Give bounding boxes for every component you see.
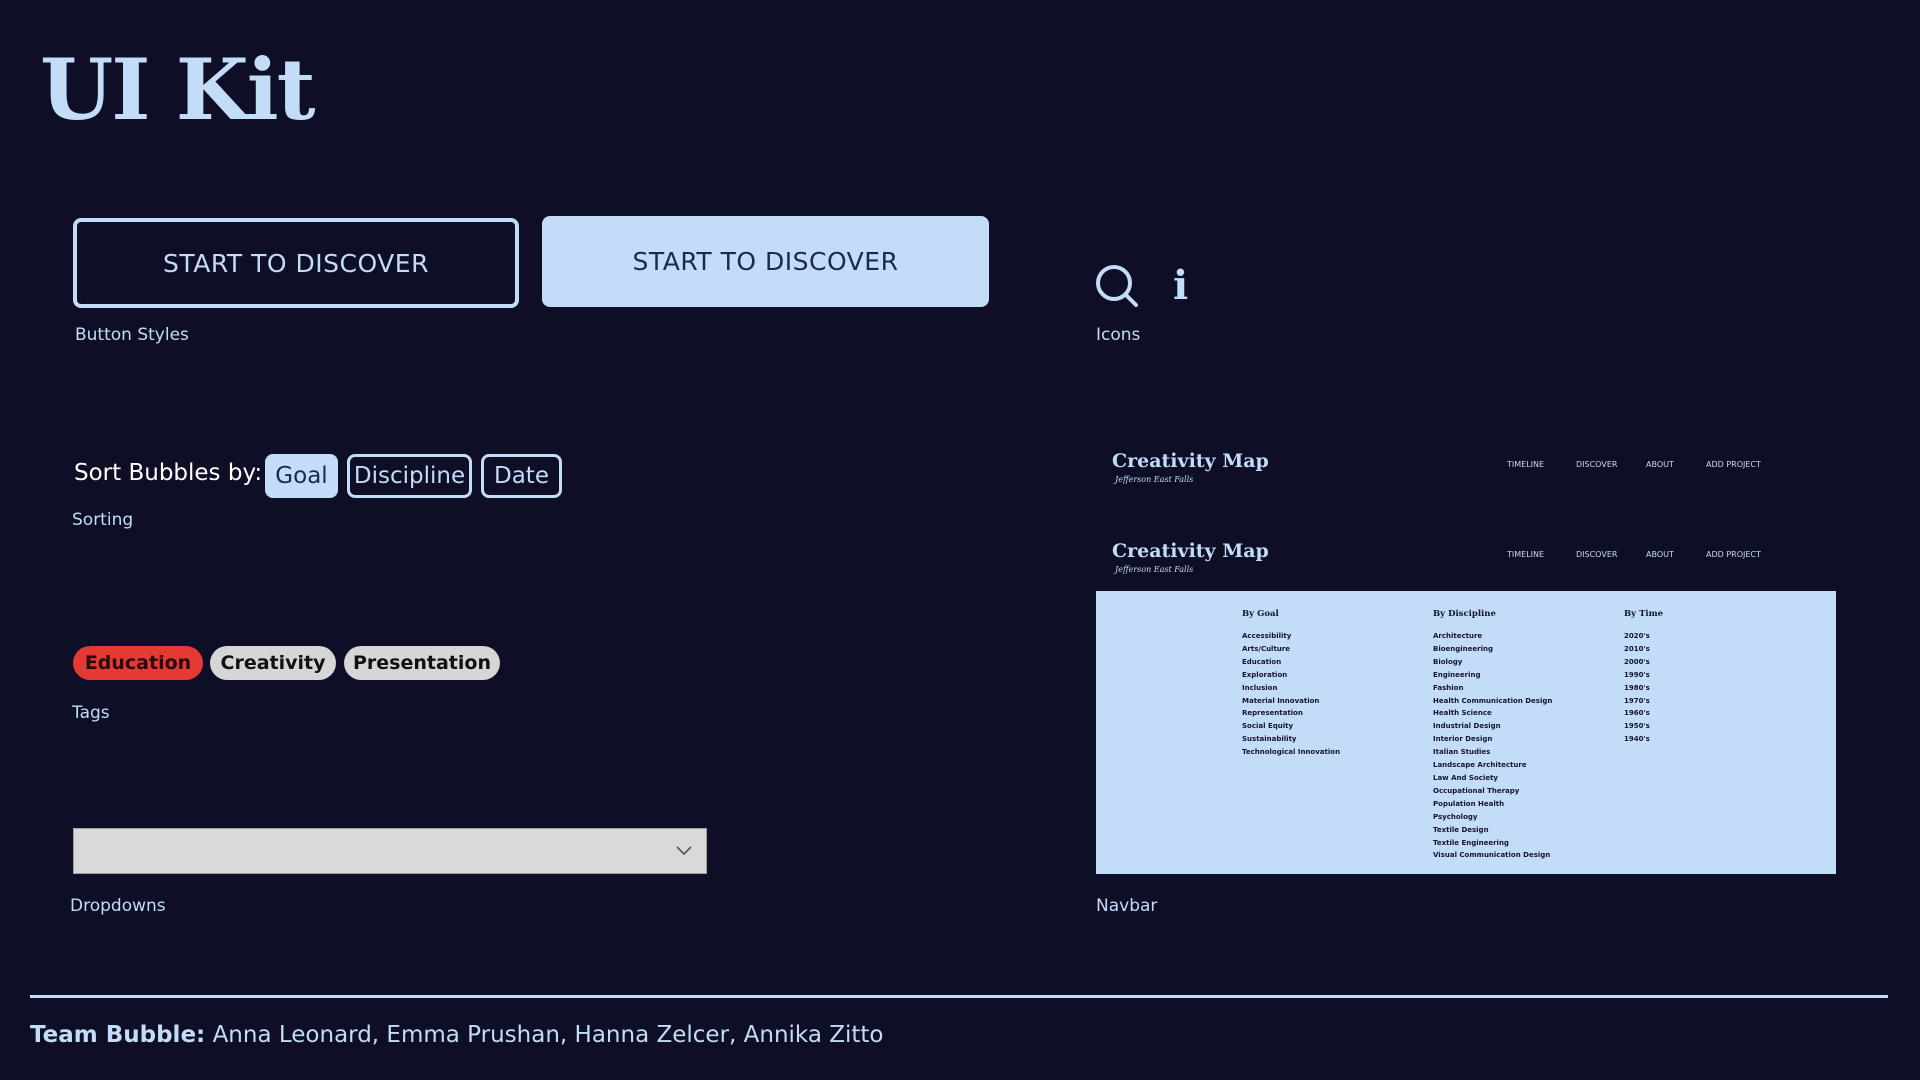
nav-link-discover[interactable]: DISCOVER [1576,460,1617,469]
tag-education[interactable]: Education [73,646,203,680]
team-label: Team Bubble: [30,1022,206,1048]
menu-item-goal[interactable]: Arts/Culture [1242,643,1340,656]
chevron-down-icon [676,846,692,856]
navbar-default: Creativity Map Jefferson East Falls TIME… [1096,440,1836,510]
menu-item-goal[interactable]: Sustainability [1242,733,1340,746]
footer-credits: Team Bubble: Anna Leonard, Emma Prushan,… [30,1022,884,1048]
menu-heading-goal: By Goal [1242,609,1279,619]
tag-presentation[interactable]: Presentation [344,646,500,680]
nav-link-about[interactable]: ABOUT [1646,550,1674,559]
tag-creativity[interactable]: Creativity [210,646,336,680]
menu-item-goal[interactable]: Technological Innovation [1242,746,1340,759]
menu-item-discipline[interactable]: Health Science [1433,707,1552,720]
menu-item-discipline[interactable]: Population Health [1433,798,1552,811]
menu-item-discipline[interactable]: Visual Communication Design [1433,849,1552,862]
navbar-brand-sub: Jefferson East Falls [1115,565,1194,574]
menu-item-goal[interactable]: Inclusion [1242,682,1340,695]
menu-heading-time: By Time [1624,609,1664,619]
navbar-expanded: Creativity Map Jefferson East Falls TIME… [1096,530,1836,600]
menu-item-goal[interactable]: Education [1242,656,1340,669]
menu-item-discipline[interactable]: Bioengineering [1433,643,1552,656]
menu-item-discipline[interactable]: Engineering [1433,669,1552,682]
menu-item-discipline[interactable]: Fashion [1433,682,1552,695]
menu-item-goal[interactable]: Exploration [1242,669,1340,682]
menu-item-time[interactable]: 1940's [1624,733,1663,746]
nav-link-about[interactable]: ABOUT [1646,460,1674,469]
nav-link-discover[interactable]: DISCOVER [1576,550,1617,559]
navbar-dropdown-menu: By Goal Accessibility Arts/Culture Educati… [1096,591,1836,874]
sort-option-date[interactable]: Date [481,454,562,498]
search-icon[interactable] [1094,263,1140,309]
menu-item-time[interactable]: 1990's [1624,669,1663,682]
sorting-caption: Sorting [72,510,134,530]
navbar-brand[interactable]: Creativity Map [1112,540,1269,562]
menu-item-goal[interactable]: Material Innovation [1242,695,1340,708]
tags-caption: Tags [72,703,110,723]
menu-item-discipline[interactable]: Architecture [1433,630,1552,643]
menu-item-discipline[interactable]: Italian Studies [1433,746,1552,759]
nav-link-add-project[interactable]: ADD PROJECT [1706,460,1761,469]
menu-item-time[interactable]: 1980's [1624,682,1663,695]
menu-item-goal[interactable]: Representation [1242,707,1340,720]
button-styles-caption: Button Styles [75,325,189,345]
navbar-brand-sub: Jefferson East Falls [1115,475,1194,484]
menu-item-time[interactable]: 1970's [1624,695,1663,708]
start-discover-filled-button[interactable]: START TO DISCOVER [542,216,989,307]
footer-divider [30,995,1888,998]
nav-link-timeline[interactable]: TIMELINE [1507,460,1544,469]
menu-column-goal: By Goal Accessibility Arts/Culture Educati… [1242,609,1340,759]
menu-item-discipline[interactable]: Biology [1433,656,1552,669]
menu-item-discipline[interactable]: Occupational Therapy [1433,785,1552,798]
menu-column-discipline: By Discipline Architecture Bioengineering… [1433,609,1552,862]
menu-item-discipline[interactable]: Health Communication Design [1433,695,1552,708]
nav-link-timeline[interactable]: TIMELINE [1507,550,1544,559]
info-icon[interactable]: i [1173,266,1188,306]
page-title: UI Kit [40,40,316,139]
start-discover-outline-button[interactable]: START TO DISCOVER [73,218,519,308]
nav-link-add-project[interactable]: ADD PROJECT [1706,550,1761,559]
menu-item-discipline[interactable]: Textile Design [1433,824,1552,837]
menu-item-time[interactable]: 1960's [1624,707,1663,720]
sort-label: Sort Bubbles by: [74,460,263,486]
menu-item-discipline[interactable]: Interior Design [1433,733,1552,746]
menu-item-time[interactable]: 2000's [1624,656,1663,669]
menu-item-discipline[interactable]: Textile Engineering [1433,837,1552,850]
dropdowns-caption: Dropdowns [70,896,166,916]
sort-option-discipline[interactable]: Discipline [347,454,472,498]
menu-item-time[interactable]: 2010's [1624,643,1663,656]
menu-item-discipline[interactable]: Landscape Architecture [1433,759,1552,772]
menu-item-discipline[interactable]: Law And Society [1433,772,1552,785]
team-members: Anna Leonard, Emma Prushan, Hanna Zelcer… [212,1022,884,1048]
icons-caption: Icons [1096,325,1141,345]
menu-item-goal[interactable]: Accessibility [1242,630,1340,643]
sort-option-goal[interactable]: Goal [265,454,338,498]
menu-item-goal[interactable]: Social Equity [1242,720,1340,733]
menu-item-time[interactable]: 2020's [1624,630,1663,643]
navbar-brand[interactable]: Creativity Map [1112,450,1269,472]
menu-column-time: By Time 2020's 2010's 2000's 1990's 1980's 19… [1624,609,1663,746]
ui-kit-page: UI Kit START TO DISCOVER START TO DISCOV… [0,0,1920,1080]
menu-item-time[interactable]: 1950's [1624,720,1663,733]
menu-heading-discipline: By Discipline [1433,609,1496,619]
dropdown-select[interactable] [73,828,707,874]
menu-item-discipline[interactable]: Industrial Design [1433,720,1552,733]
menu-item-discipline[interactable]: Psychology [1433,811,1552,824]
navbar-caption: Navbar [1096,896,1158,916]
